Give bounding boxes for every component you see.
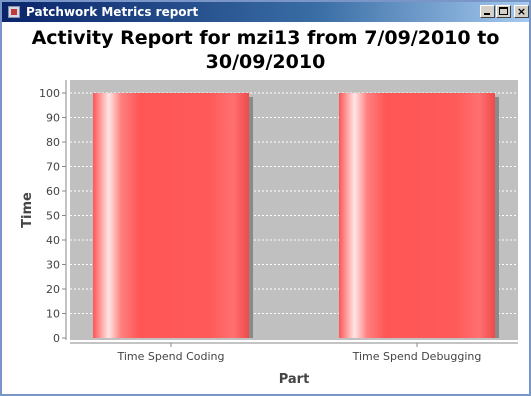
y-tick-label: 60 bbox=[46, 185, 60, 198]
x-tick-label: Time Spend Coding bbox=[116, 350, 224, 363]
y-tick-label: 0 bbox=[53, 332, 60, 345]
x-tick-label: Time Spend Debugging bbox=[352, 350, 482, 363]
x-axis: Time Spend Coding Time Spend Debugging bbox=[70, 342, 518, 363]
y-tick-label: 30 bbox=[46, 259, 60, 272]
y-tick-label: 20 bbox=[46, 283, 60, 296]
y-tick-label: 90 bbox=[46, 112, 60, 125]
y-tick-label: 80 bbox=[46, 136, 60, 149]
y-tick-label: 10 bbox=[46, 308, 60, 321]
y-tick-label: 50 bbox=[46, 210, 60, 223]
bar bbox=[339, 93, 495, 338]
y-axis: 0 10 20 30 40 50 60 70 80 90 100 bbox=[39, 80, 67, 345]
x-axis-label: Part bbox=[279, 372, 310, 387]
bar bbox=[93, 93, 249, 338]
y-tick-label: 40 bbox=[46, 234, 60, 247]
y-axis-label: Time bbox=[20, 192, 35, 228]
bar-chart: 0 10 20 30 40 50 60 70 80 90 100 Time Spend Coding… bbox=[20, 80, 518, 387]
y-tick-label: 70 bbox=[46, 161, 60, 174]
y-tick-label: 100 bbox=[39, 87, 60, 100]
